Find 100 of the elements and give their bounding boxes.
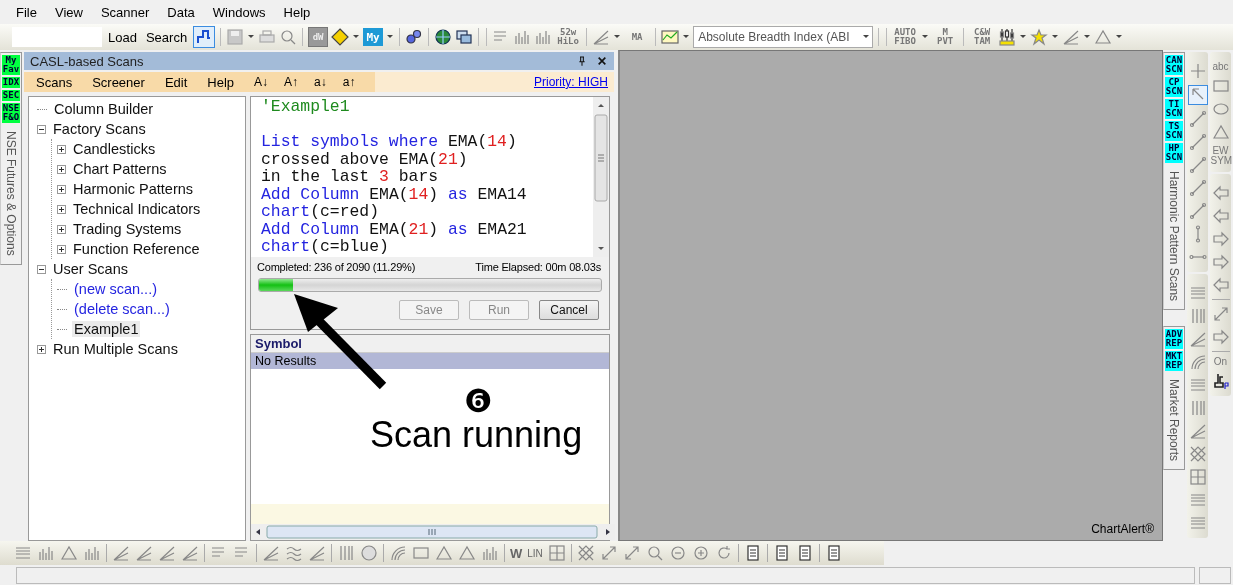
tool-button[interactable]: abc — [1210, 62, 1231, 72]
dock-tab[interactable]: Harmonic Pattern Scans — [1167, 171, 1181, 302]
crossed-grid-icon[interactable] — [1188, 445, 1207, 463]
bar-chart-icon[interactable] — [481, 544, 499, 562]
grid-icon[interactable] — [547, 544, 566, 562]
bar-chart-icon[interactable] — [37, 544, 55, 562]
magnifier-icon[interactable] — [645, 544, 664, 562]
horizontal-lines-icon[interactable] — [1188, 514, 1207, 532]
right-arrow-icon[interactable] — [1211, 328, 1230, 346]
menu-item[interactable]: Data — [167, 4, 195, 20]
search-button[interactable]: Search — [142, 29, 191, 45]
dock-badge[interactable]: TI SCN — [1165, 99, 1183, 119]
trend-line-icon[interactable] — [1188, 133, 1207, 151]
menu-item[interactable]: Windows — [212, 4, 266, 20]
tree-item[interactable]: Candlesticks — [71, 141, 158, 157]
fan-lines-icon[interactable] — [308, 544, 326, 562]
expand-icon[interactable] — [57, 244, 66, 254]
arcs-icon[interactable] — [389, 544, 407, 562]
tool-button[interactable]: EW SYM — [1210, 146, 1231, 166]
tree-item[interactable]: Run Multiple Scans — [51, 341, 180, 357]
trend-line-icon[interactable] — [1188, 110, 1207, 128]
expand-icon[interactable] — [37, 344, 46, 354]
tree-item[interactable]: Column Builder — [52, 101, 156, 117]
triangle-icon[interactable] — [60, 544, 78, 562]
crosshair-icon[interactable] — [1188, 62, 1207, 80]
fan-lines-icon[interactable] — [158, 544, 176, 562]
dock-badge[interactable]: TS SCN — [1165, 121, 1183, 141]
dock-badge[interactable]: HP SCN — [1165, 143, 1183, 163]
dock-badge[interactable]: NSE F&O — [2, 103, 20, 123]
horizontal-lines-icon[interactable] — [14, 544, 32, 562]
dock-badge[interactable]: IDX — [2, 77, 20, 88]
column-header[interactable]: Symbol — [251, 335, 609, 353]
cancel-button[interactable]: Cancel — [539, 300, 599, 320]
left-arrow-icon[interactable] — [1211, 184, 1230, 202]
scrollbar[interactable] — [593, 97, 609, 257]
tree-item[interactable]: Harmonic Patterns — [71, 181, 196, 197]
dock-badge[interactable]: SEC — [2, 90, 20, 101]
diamond-icon[interactable] — [331, 28, 350, 46]
rectangle-icon[interactable] — [1211, 77, 1230, 95]
collapse-icon[interactable] — [37, 264, 46, 274]
tree-item[interactable]: Factory Scans — [51, 121, 148, 137]
menu-item[interactable]: Scans — [36, 74, 73, 90]
menu-item[interactable]: Edit — [164, 74, 188, 90]
magnifier-icon[interactable] — [279, 28, 298, 46]
menu-item[interactable]: Scanner — [100, 4, 150, 20]
vertical-lines-icon[interactable] — [337, 544, 355, 562]
horizontal-lines-icon[interactable] — [1188, 284, 1207, 302]
crossed-grid-icon[interactable] — [576, 544, 595, 562]
fan-lines-icon[interactable] — [262, 544, 280, 562]
fan-lines-icon[interactable] — [181, 544, 199, 562]
triangle-icon[interactable] — [1211, 123, 1230, 141]
dock-badge[interactable]: CAN SCN — [1165, 55, 1183, 75]
expand-icon[interactable] — [57, 224, 66, 234]
tool-button[interactable]: W — [510, 545, 523, 561]
dock-badge[interactable]: CP SCN — [1165, 77, 1183, 97]
font-size-button[interactable]: A↓ — [254, 75, 269, 89]
tree-item[interactable]: User Scans — [51, 261, 130, 277]
horizontal-lines-icon[interactable] — [1188, 491, 1207, 509]
tree-item[interactable]: Trading Systems — [71, 221, 184, 237]
zoom-out-icon[interactable] — [668, 544, 687, 562]
triangle-icon[interactable] — [458, 544, 476, 562]
priority-link[interactable]: Priority: HIGH — [534, 75, 608, 89]
expand-icon[interactable] — [57, 204, 66, 214]
fan-lines-icon[interactable] — [135, 544, 153, 562]
rectangle-icon[interactable] — [412, 544, 430, 562]
dock-badge[interactable]: ADV REP — [1165, 329, 1183, 350]
tree-item[interactable]: Technical Indicators — [71, 201, 203, 217]
menu-item[interactable]: Help — [207, 74, 235, 90]
expand-icon[interactable] — [57, 184, 66, 194]
font-size-button[interactable]: a↓ — [314, 75, 327, 89]
menu-item[interactable]: File — [16, 4, 37, 20]
close-icon[interactable] — [596, 55, 608, 67]
indicator-dropdown[interactable]: Absolute Breadth Index (ABI — [693, 26, 874, 48]
ellipse-icon[interactable] — [1211, 100, 1230, 118]
bar-chart-icon[interactable] — [534, 28, 553, 46]
globe-icon[interactable] — [434, 28, 453, 46]
tool-button[interactable]: MA — [624, 32, 651, 42]
trend-line-icon[interactable] — [1188, 179, 1207, 197]
tool-button[interactable]: M PVT — [932, 28, 959, 46]
font-size-button[interactable]: a↑ — [342, 75, 356, 89]
tool-button[interactable]: AUTO FIBO — [892, 28, 919, 46]
triangle-icon[interactable] — [435, 544, 453, 562]
expand-arrows-icon[interactable] — [622, 544, 641, 562]
menu-item[interactable]: View — [54, 4, 83, 20]
left-arrow-icon[interactable] — [1211, 276, 1230, 294]
fan-lines-icon[interactable] — [1188, 330, 1207, 348]
menu-item[interactable]: Help — [283, 4, 311, 20]
right-arrow-icon[interactable] — [1211, 230, 1230, 248]
tree-item[interactable]: (new scan...) — [72, 281, 159, 297]
dock-badge[interactable]: MKT REP — [1165, 351, 1183, 372]
windows-icon[interactable] — [455, 28, 474, 46]
font-size-button[interactable]: A↑ — [284, 75, 299, 89]
collapse-icon[interactable] — [37, 124, 46, 134]
circle-icon[interactable] — [360, 544, 378, 562]
dock-badge[interactable]: My Fav — [2, 55, 20, 75]
tool-button[interactable]: On — [1210, 357, 1231, 367]
star-icon[interactable] — [1030, 28, 1049, 46]
dock-tab[interactable]: NSE Futures & Options — [4, 131, 18, 256]
bar-chart-icon[interactable] — [513, 28, 532, 46]
pin-icon[interactable] — [576, 54, 588, 68]
